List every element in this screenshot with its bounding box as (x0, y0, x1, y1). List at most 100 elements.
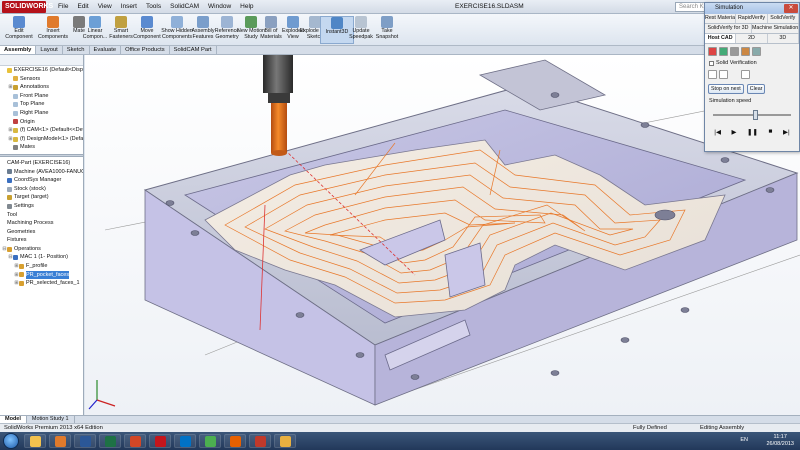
solid-verification-option[interactable]: Solid Verification (705, 59, 799, 67)
tree-item[interactable]: CAM-Part (EXERCISE16) (0, 159, 83, 168)
tree-item[interactable]: ⊞ (f) CAM<1> (Default<<Def (0, 126, 83, 135)
part-model-view[interactable] (85, 55, 800, 415)
stop-icon[interactable]: ■ (769, 128, 773, 136)
taskbar-folder[interactable] (274, 434, 296, 448)
menu-tools[interactable]: Tools (146, 2, 161, 12)
menu-insert[interactable]: Insert (121, 2, 137, 12)
tree-item[interactable]: Mates (0, 143, 83, 152)
sim-tab-rapidverify[interactable]: RapidVerify (736, 14, 768, 23)
tree-item[interactable]: ⊟ MAC 1 (1- Position) (0, 253, 83, 262)
tab-sketch[interactable]: Sketch (63, 46, 90, 54)
display-option-icon[interactable] (708, 70, 717, 79)
play-icon[interactable]: ▶ (732, 128, 737, 136)
tree-item[interactable]: Settings (0, 202, 83, 211)
tree-item[interactable]: Machine (AVEA1000-FANUC) (0, 168, 83, 177)
tab-model[interactable]: Model (0, 416, 27, 423)
taskbar-outlook[interactable] (174, 434, 196, 448)
sim-tab-rest-material[interactable]: Rest Material (705, 14, 737, 23)
taskbar-media-player[interactable] (49, 434, 71, 448)
tree-node-icon (7, 246, 12, 252)
tree-item[interactable]: CoordSys Manager (0, 176, 83, 185)
panel-divider[interactable] (0, 153, 83, 157)
tab-solidcam-part[interactable]: SolidCAM Part (170, 46, 217, 54)
taskbar-explorer[interactable] (24, 434, 46, 448)
display-option-icon[interactable] (741, 70, 750, 79)
menu-file[interactable]: File (58, 2, 68, 12)
tree-node-icon (19, 281, 24, 287)
solidworks-logo[interactable]: SOLIDWORKS (2, 1, 53, 13)
move-component-button[interactable]: Move Component (130, 16, 164, 44)
taskbar-firefox[interactable] (224, 434, 246, 448)
sim-tab-host-cad[interactable]: Host CAD (705, 34, 737, 43)
step-back-icon[interactable]: |◀ (714, 128, 721, 136)
slider-thumb[interactable] (752, 110, 758, 120)
close-icon[interactable]: ✕ (784, 4, 798, 13)
edit-component-button[interactable]: Edit Component (2, 16, 36, 44)
tree-node-icon (7, 177, 12, 183)
step-forward-icon[interactable]: ▶| (783, 128, 790, 136)
firefox-icon (230, 436, 241, 447)
tree-item[interactable]: ⊟ Operations (0, 245, 83, 254)
clock[interactable]: 11:17 26/08/2013 (766, 434, 794, 448)
sim-tab-solidverify-for-3d[interactable]: SolidVerify for 3D (705, 24, 752, 33)
language-indicator[interactable]: EN (740, 437, 748, 443)
clear-button[interactable]: Clear (746, 84, 766, 94)
tree-item[interactable]: ⊞ PR_pocket_faces (0, 270, 83, 280)
stock-mode-icon[interactable] (752, 47, 761, 56)
start-button[interactable] (3, 433, 19, 449)
tree-item[interactable]: Geometries (0, 228, 83, 237)
menu-window[interactable]: Window (208, 2, 231, 12)
tree-item[interactable]: Right Plane (0, 109, 83, 118)
tree-item[interactable]: ⊞ PR_selected_faces_1 (0, 279, 83, 288)
tab-assembly[interactable]: Assembly (0, 46, 37, 54)
taskbar-word[interactable] (74, 434, 96, 448)
command-tabs: Assembly Layout Sketch Evaluate Office Produ… (0, 46, 800, 55)
outlook-icon (180, 436, 191, 447)
tree-item[interactable]: Sensors (0, 75, 83, 84)
taskbar-excel[interactable] (99, 434, 121, 448)
tree-item[interactable]: ⊞ (f) DesignModel<1> (Default (0, 135, 83, 144)
sim-tab-machine-simulation[interactable]: Machine Simulation (752, 24, 799, 33)
taskbar-solidworks[interactable] (249, 434, 271, 448)
graphics-viewport[interactable] (85, 55, 800, 415)
solid-mode-icon[interactable] (719, 47, 728, 56)
tree-item[interactable]: Machining Process (0, 219, 83, 228)
tree-item[interactable]: Fixtures (0, 236, 83, 245)
tree-item[interactable]: ⊞ F_profile (0, 262, 83, 271)
tree-item[interactable]: Tool (0, 211, 83, 220)
menu-view[interactable]: View (98, 2, 112, 12)
simulation-title-bar[interactable]: Simulation ✕ (705, 3, 799, 14)
menu-help[interactable]: Help (240, 2, 253, 12)
taskbar-powerpoint[interactable] (124, 434, 146, 448)
solid-verification-checkbox[interactable] (709, 60, 714, 66)
sim-tab-3d[interactable]: 3D (768, 34, 799, 43)
simulation-speed-slider[interactable] (713, 109, 791, 121)
display-option-icon[interactable] (719, 70, 728, 79)
pause-icon[interactable]: ❚❚ (747, 128, 758, 136)
tree-item[interactable]: Front Plane (0, 92, 83, 101)
menu-solidcam[interactable]: SolidCAM (170, 2, 199, 12)
tab-evaluate[interactable]: Evaluate (90, 46, 122, 54)
menu-edit[interactable]: Edit (77, 2, 88, 12)
feature-tree: EXERCISE16 (Default<Display S Sensors⊞Ann… (0, 66, 83, 152)
tool-mode-icon[interactable] (741, 47, 750, 56)
tab-motion-study-1[interactable]: Motion Study 1 (27, 416, 75, 423)
tree-item[interactable]: Stock (stock) (0, 185, 83, 194)
sim-tab-2d[interactable]: 2D (736, 34, 768, 43)
tab-layout[interactable]: Layout (36, 46, 63, 54)
host-cad-mode-icon[interactable] (708, 47, 717, 56)
stop-on-next-button[interactable]: Stop on next (708, 84, 744, 94)
sim-tab-solidverify[interactable]: SolidVerify (768, 14, 799, 23)
take-snapshot-button[interactable]: Take Snapshot (370, 16, 404, 44)
tree-item[interactable]: EXERCISE16 (Default<Display S (0, 66, 83, 75)
tree-item[interactable]: Target (target) (0, 193, 83, 202)
tree-item[interactable]: ⊞ Annotations (0, 83, 83, 92)
tree-item[interactable]: Top Plane (0, 100, 83, 109)
wire-mode-icon[interactable] (730, 47, 739, 56)
tree-item[interactable]: Origin (0, 118, 83, 127)
taskbar-chrome[interactable] (199, 434, 221, 448)
tab-office-products[interactable]: Office Products (121, 46, 170, 54)
taskbar-acrobat[interactable] (149, 434, 171, 448)
take-snapshot-icon (381, 16, 393, 28)
tree-item-label: Operations (14, 245, 41, 252)
